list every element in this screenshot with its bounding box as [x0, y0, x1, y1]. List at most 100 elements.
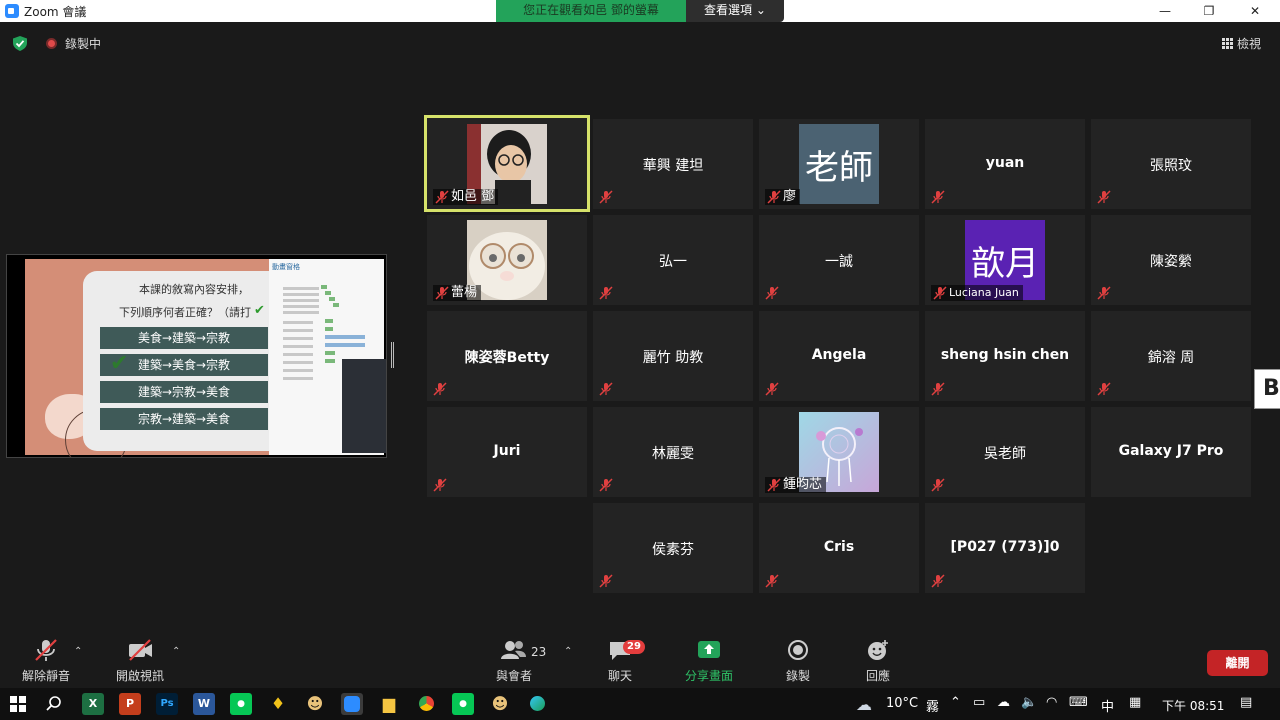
participant-tile[interactable]: 陳姿蓉Betty — [427, 311, 587, 401]
muted-mic-icon — [1097, 190, 1111, 204]
weather-temperature[interactable]: 10°C — [886, 696, 918, 711]
participant-tile[interactable]: 鍾昀芯 — [759, 407, 919, 497]
participant-tile[interactable]: 麗竹 助教 — [593, 311, 753, 401]
participant-tile[interactable]: 歆月 Luciana Juan — [925, 215, 1085, 305]
muted-mic-icon — [767, 190, 781, 204]
muted-mic-icon — [599, 478, 613, 492]
muted-mic-icon — [933, 286, 947, 300]
muted-mic-icon — [931, 382, 945, 396]
chat-label: 聊天 — [607, 669, 632, 683]
word-icon[interactable]: W — [193, 693, 215, 715]
shared-screen-view[interactable]: 本課的敘寫內容安排， 下列順序何者正確？（請打 ✔ 美食→建築→宗教 建築→美食… — [6, 254, 387, 458]
excel-icon[interactable]: X — [82, 693, 104, 715]
participant-name-tag: 鍾昀芯 — [765, 477, 827, 493]
input-method-indicator[interactable]: 中 — [1101, 696, 1114, 715]
participant-name: Galaxy J7 Pro — [1118, 443, 1224, 459]
zoom-taskbar-icon[interactable] — [341, 693, 363, 715]
view-layout-label: 檢視 — [1237, 36, 1262, 51]
view-options-label: 查看選項 — [704, 3, 753, 17]
maximize-button[interactable]: ❐ — [1186, 0, 1232, 22]
participant-tile[interactable]: Angela — [759, 311, 919, 401]
close-window-button[interactable]: ✕ — [1232, 0, 1278, 22]
muted-mic-icon — [1097, 286, 1111, 300]
chat-unread-badge: 29 — [623, 640, 645, 654]
participant-tile[interactable]: 張照玟 — [1091, 119, 1251, 209]
participant-tile[interactable]: Galaxy J7 Pro — [1091, 407, 1251, 497]
video-options-caret[interactable]: ⌃ — [172, 646, 180, 657]
photoshop-icon[interactable]: Ps — [156, 693, 178, 715]
animation-pane-title: 動畫窗格 — [272, 263, 300, 271]
participant-tile[interactable]: 老師 廖 — [759, 119, 919, 209]
leave-meeting-button[interactable]: 離開 — [1207, 650, 1268, 676]
participant-tile[interactable]: [P027 (773)]0 — [925, 503, 1085, 593]
partial-window-edge[interactable]: Bo — [1254, 369, 1280, 409]
shield-check-icon[interactable] — [13, 36, 27, 51]
participants-label: 與會者 — [495, 669, 532, 683]
view-layout-button[interactable]: 檢視 — [1222, 34, 1261, 52]
participant-name: Angela — [811, 347, 867, 363]
clock[interactable]: 下午 08:51 — [1162, 697, 1224, 714]
thumbnail-video[interactable] — [342, 359, 386, 453]
chrome-icon[interactable] — [415, 693, 437, 715]
emoji-reaction-icon — [868, 640, 888, 660]
participant-name-tag: Luciana Juan — [931, 285, 1023, 301]
participant-tile[interactable]: 弘一 — [593, 215, 753, 305]
view-options-button[interactable]: 查看選項 ⌄ — [686, 0, 784, 22]
start-video-label: 開啟視訊 — [115, 669, 164, 683]
powerpoint-icon[interactable]: P — [119, 693, 141, 715]
participant-tile[interactable]: Cris — [759, 503, 919, 593]
participant-name: 弘一 — [659, 254, 687, 270]
file-explorer-icon[interactable]: ▆ — [378, 693, 400, 715]
participant-tile[interactable]: Juri — [427, 407, 587, 497]
participant-name: 錦溶 周 — [1147, 350, 1195, 366]
participant-tile[interactable]: 侯素芬 — [593, 503, 753, 593]
participant-name: sheng hsin chen — [940, 347, 1070, 363]
edge-icon[interactable] — [526, 693, 548, 715]
chevron-up-icon[interactable]: ⌃ — [950, 695, 961, 710]
cat-app-icon[interactable]: ☻ — [489, 693, 511, 715]
reactions-button[interactable]: 回應 — [858, 633, 898, 688]
participant-tile[interactable]: 蕾楊 — [427, 215, 587, 305]
weather-condition[interactable]: 霧 — [926, 696, 939, 715]
participant-tile[interactable]: 陳姿縈 — [1091, 215, 1251, 305]
line-active-icon[interactable]: ● — [452, 693, 474, 715]
search-icon[interactable] — [46, 696, 62, 712]
share-screen-button[interactable]: 分享畫面 — [680, 633, 738, 688]
windows-start-icon[interactable] — [10, 696, 26, 712]
video-off-icon — [129, 639, 152, 661]
participants-button[interactable]: 與會者 — [486, 633, 542, 688]
participant-name: Cris — [823, 539, 855, 555]
record-icon — [788, 640, 808, 660]
unmute-button[interactable]: 解除靜音 — [16, 633, 76, 688]
resize-handle[interactable] — [391, 342, 394, 368]
meeting-toolbar: 解除靜音 ⌃ 開啟視訊 ⌃ 與會者 23 ⌃ 聊天 29 分享畫面 錄製 回應 … — [0, 633, 1280, 688]
ime-mode-icon[interactable]: ▦ — [1129, 695, 1141, 710]
cat-app-icon[interactable]: ☻ — [304, 693, 326, 715]
participants-options-caret[interactable]: ⌃ — [564, 646, 572, 657]
participant-tile[interactable]: 一誠 — [759, 215, 919, 305]
participant-tile[interactable]: 林麗雯 — [593, 407, 753, 497]
cloud-weather-icon[interactable]: ☁ — [856, 695, 872, 714]
keyboard-icon[interactable]: ⌨ — [1069, 695, 1088, 710]
audio-options-caret[interactable]: ⌃ — [74, 646, 82, 657]
battery-icon[interactable]: ▭ — [973, 695, 985, 710]
participant-tile[interactable]: 如邑 鄧 — [424, 115, 590, 212]
share-screen-icon — [698, 641, 720, 658]
participant-name: 吳老師 — [984, 446, 1026, 462]
participant-tile[interactable]: 錦溶 周 — [1091, 311, 1251, 401]
muted-mic-icon — [767, 478, 781, 492]
participant-tile[interactable]: sheng hsin chen — [925, 311, 1085, 401]
line-icon[interactable]: ● — [230, 693, 252, 715]
participant-tile[interactable]: 華興 建坦 — [593, 119, 753, 209]
wifi-icon[interactable]: ◠ — [1046, 695, 1057, 710]
participant-tile[interactable]: yuan — [925, 119, 1085, 209]
balloon-app-icon[interactable]: ♦ — [267, 693, 289, 715]
participant-tile[interactable]: 吳老師 — [925, 407, 1085, 497]
notification-icon[interactable]: ▤ — [1240, 695, 1252, 710]
start-video-button[interactable]: 開啟視訊 — [110, 633, 170, 688]
volume-icon[interactable]: 🔈 — [1021, 695, 1037, 710]
record-button[interactable]: 錄製 — [778, 633, 818, 688]
minimize-button[interactable]: — — [1142, 0, 1188, 22]
slide-option: 美食→建築→宗教 — [100, 327, 268, 349]
onedrive-cloud-icon[interactable]: ☁ — [997, 695, 1010, 710]
